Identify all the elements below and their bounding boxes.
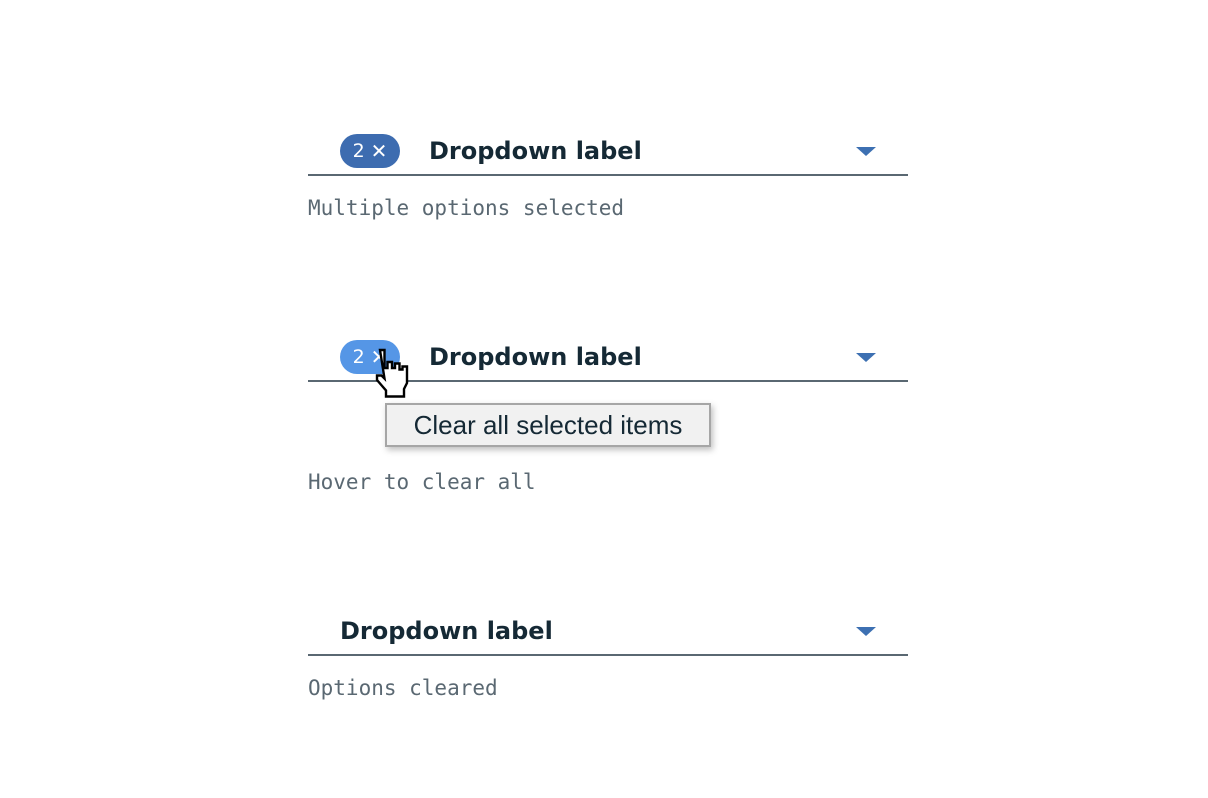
dropdown-label: Dropdown label [340, 617, 553, 645]
dropdown-label: Dropdown label [429, 343, 642, 371]
chevron-down-icon[interactable] [856, 627, 876, 636]
close-icon[interactable]: ✕ [371, 139, 388, 163]
caption: Options cleared [308, 676, 498, 700]
chevron-down-icon[interactable] [856, 147, 876, 156]
dropdown-cleared[interactable]: Dropdown label [308, 594, 908, 656]
dropdown-label: Dropdown label [429, 137, 642, 165]
selection-count: 2 [352, 346, 365, 368]
caption: Multiple options selected [308, 196, 625, 220]
selection-count-tag[interactable]: 2 ✕ [340, 134, 400, 168]
selection-count: 2 [352, 140, 365, 162]
caption: Hover to clear all [308, 470, 536, 494]
tooltip: Clear all selected items [385, 403, 711, 447]
chevron-down-icon[interactable] [856, 353, 876, 362]
hand-pointer-icon [375, 348, 409, 398]
multiselect-dropdown[interactable]: 2 ✕ Dropdown label [308, 114, 908, 176]
